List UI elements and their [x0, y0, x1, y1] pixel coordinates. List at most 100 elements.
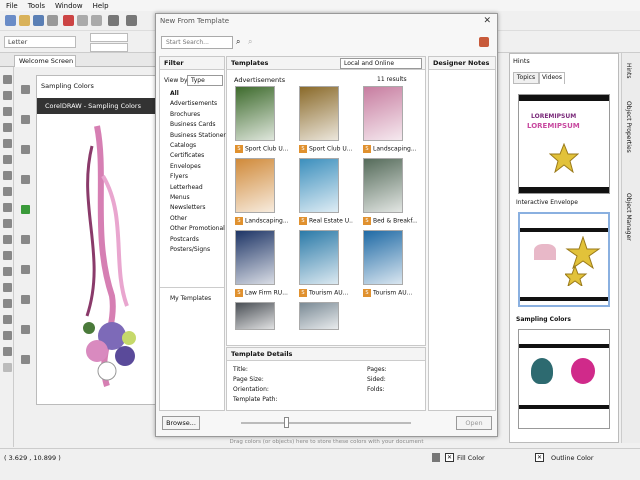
browse-button[interactable]: Browse...: [162, 416, 200, 430]
template-item[interactable]: S Sport Club U...: [235, 145, 289, 153]
open-icon[interactable]: [19, 15, 30, 26]
undo-icon[interactable]: [108, 15, 119, 26]
thumbnail-size-slider[interactable]: [241, 422, 411, 424]
print-icon[interactable]: [47, 15, 58, 26]
eyedropper-tool-icon[interactable]: [3, 315, 12, 324]
video-thumb-3[interactable]: [518, 329, 610, 429]
docker-tab-object-manager[interactable]: Object Manager: [625, 193, 632, 241]
view-by-select[interactable]: Type: [187, 75, 223, 86]
template-item[interactable]: S Landscaping...: [235, 217, 289, 225]
template-item[interactable]: S Real Estate U...: [299, 217, 353, 225]
connector-tool-icon[interactable]: [3, 267, 12, 276]
save-icon[interactable]: [33, 15, 44, 26]
template-thumbnail[interactable]: [235, 230, 275, 285]
tab-videos[interactable]: Videos: [539, 72, 565, 84]
ellipse-tool-icon[interactable]: [3, 187, 12, 196]
filter-item[interactable]: Posters/Signs: [170, 246, 210, 253]
filter-item[interactable]: Envelopes: [170, 163, 201, 170]
filter-item[interactable]: Other: [170, 215, 187, 222]
blend-tool-icon[interactable]: [3, 283, 12, 292]
template-thumbnail[interactable]: [299, 86, 339, 141]
pick-tool-icon[interactable]: [3, 75, 12, 84]
filter-item[interactable]: Brochures: [170, 111, 200, 118]
template-item[interactable]: S Tourism AU...: [363, 289, 417, 297]
template-thumbnail[interactable]: [363, 230, 403, 285]
template-thumbnail[interactable]: [363, 86, 403, 141]
menu-window[interactable]: Window: [55, 2, 83, 10]
filter-item[interactable]: Advertisements: [170, 100, 217, 107]
filter-item[interactable]: Business Cards: [170, 121, 216, 128]
smart-fill-icon[interactable]: [3, 155, 12, 164]
polygon-tool-icon[interactable]: [3, 203, 12, 212]
filter-item[interactable]: Certificates: [170, 152, 204, 159]
new-icon[interactable]: [5, 15, 16, 26]
filter-item[interactable]: Flyers: [170, 173, 188, 180]
template-thumbnail[interactable]: [299, 230, 339, 285]
zoom-tool-icon[interactable]: [3, 123, 12, 132]
filter-item[interactable]: Newsletters: [170, 204, 206, 211]
copy-icon[interactable]: [77, 15, 88, 26]
freehand-tool-icon[interactable]: [3, 139, 12, 148]
page-height-field[interactable]: [90, 43, 128, 52]
template-source-icon: S: [299, 145, 307, 153]
template-thumbnail[interactable]: [235, 158, 275, 213]
cut-icon[interactable]: [63, 15, 74, 26]
template-item[interactable]: S Bed & Breakf...: [363, 217, 417, 225]
crop-tool-icon[interactable]: [3, 107, 12, 116]
template-thumbnail[interactable]: [299, 302, 339, 330]
filter-my-templates[interactable]: My Templates: [170, 295, 211, 302]
transparency-tool-icon[interactable]: [3, 299, 12, 308]
tab-topics[interactable]: Topics: [513, 72, 539, 84]
page-width-field[interactable]: [90, 33, 128, 42]
bucket-icon: [432, 453, 440, 462]
video-thumb-2[interactable]: [518, 212, 610, 307]
docker-tab-hints[interactable]: Hints: [625, 63, 632, 78]
template-thumbnail[interactable]: [299, 158, 339, 213]
template-thumbnail[interactable]: [235, 302, 275, 330]
open-button[interactable]: Open: [456, 416, 492, 430]
template-item[interactable]: S Law Firm RU...: [235, 289, 289, 297]
user-icon[interactable]: [479, 37, 489, 47]
tool-icon: [21, 145, 30, 154]
menu-tools[interactable]: Tools: [28, 2, 45, 10]
video-thumb-1[interactable]: LOREMIPSUM LOREMIPSUM: [518, 94, 610, 194]
template-item[interactable]: S Sport Club U...: [299, 145, 353, 153]
template-thumbnail[interactable]: [363, 158, 403, 213]
plus-icon[interactable]: [3, 363, 12, 372]
filter-item[interactable]: Postcards: [170, 236, 199, 243]
filter-item[interactable]: Other Promotional: [170, 225, 225, 232]
source-select[interactable]: Local and Online: [340, 58, 422, 69]
filter-item[interactable]: Catalogs: [170, 142, 196, 149]
table-tool-icon[interactable]: [3, 235, 12, 244]
template-thumbnail[interactable]: [235, 86, 275, 141]
filter-item[interactable]: Menus: [170, 194, 190, 201]
paste-icon[interactable]: [91, 15, 102, 26]
tool-icon: [21, 115, 30, 124]
menu-help[interactable]: Help: [93, 2, 109, 10]
templates-panel: Templates Local and Online Advertisement…: [226, 56, 426, 346]
text-tool-icon[interactable]: [3, 219, 12, 228]
slider-handle[interactable]: [284, 417, 289, 428]
interactive-fill-icon[interactable]: [3, 331, 12, 340]
search-option-icon[interactable]: ⌕: [248, 37, 252, 47]
filter-item[interactable]: Letterhead: [170, 184, 203, 191]
page-size-select[interactable]: Letter: [4, 36, 76, 48]
rectangle-tool-icon[interactable]: [3, 171, 12, 180]
filter-item[interactable]: All: [170, 90, 179, 97]
template-item[interactable]: S Landscaping...: [363, 145, 417, 153]
redo-icon[interactable]: [126, 15, 137, 26]
tab-welcome-screen[interactable]: Welcome Screen: [14, 55, 76, 67]
filter-item[interactable]: Business Stationery: [170, 132, 229, 139]
search-icon[interactable]: ⌕: [236, 37, 240, 47]
dimension-tool-icon[interactable]: [3, 251, 12, 260]
shape-tool-icon[interactable]: [3, 91, 12, 100]
template-item[interactable]: S Tourism AU...: [299, 289, 353, 297]
search-input[interactable]: Start Search...: [161, 36, 233, 49]
play-icon[interactable]: [21, 205, 30, 214]
smart-drawing-icon[interactable]: [3, 347, 12, 356]
close-icon[interactable]: ✕: [483, 16, 491, 26]
drawing-canvas[interactable]: Sampling Colors CorelDRAW - Sampling Col…: [36, 75, 156, 405]
menu-file[interactable]: File: [6, 2, 18, 10]
docker-tab-object-properties[interactable]: Object Properties: [625, 101, 632, 153]
view-by-label: View by:: [164, 77, 190, 84]
